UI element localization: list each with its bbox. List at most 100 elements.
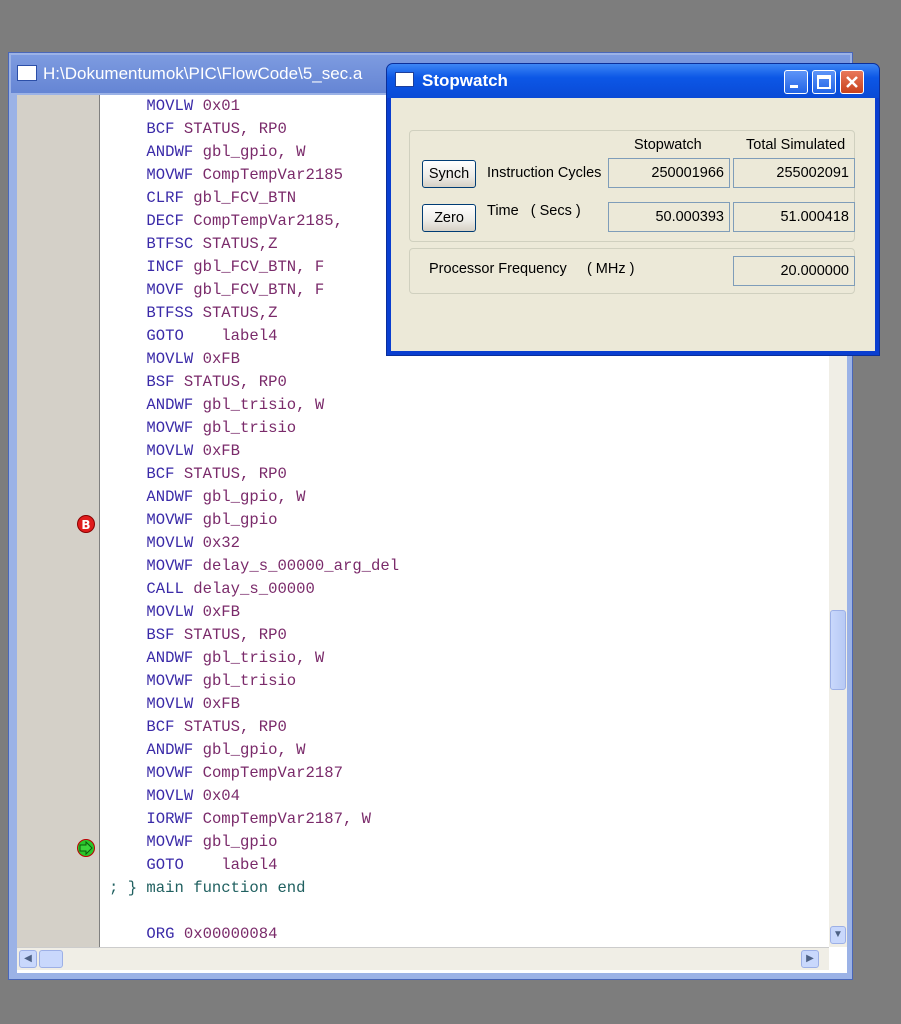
code-operands: delay_s_00000_arg_del bbox=[193, 557, 400, 575]
time-secs-label: Time ( Secs ) bbox=[487, 203, 581, 219]
code-operands: gbl_FCV_BTN, F bbox=[183, 281, 325, 299]
code-line[interactable]: MOVLW 0x04 bbox=[109, 785, 829, 808]
code-line[interactable]: IORWF CompTempVar2187, W bbox=[109, 808, 829, 831]
code-operands: gbl_gpio bbox=[193, 833, 278, 851]
code-line[interactable]: MOVLW 0xFB bbox=[109, 601, 829, 624]
code-line[interactable]: BCF STATUS, RP0 bbox=[109, 463, 829, 486]
minimize-icon[interactable] bbox=[784, 70, 808, 94]
code-operands: gbl_gpio bbox=[193, 511, 278, 529]
code-operands: STATUS, RP0 bbox=[174, 373, 287, 391]
current-line-arrow-icon bbox=[77, 839, 95, 857]
code-operands: gbl_gpio, W bbox=[193, 741, 306, 759]
breakpoint-icon[interactable]: B bbox=[77, 515, 95, 533]
code-operands: 0x32 bbox=[193, 534, 241, 552]
stopwatch-body: Stopwatch Total Simulated Synch Instruct… bbox=[391, 98, 875, 351]
code-line[interactable]: MOVWF gbl_gpio bbox=[109, 831, 829, 854]
time-total-field: 51.000418 bbox=[733, 202, 855, 232]
code-line[interactable]: ANDWF gbl_trisio, W bbox=[109, 394, 829, 417]
code-operands: gbl_FCV_BTN bbox=[183, 189, 297, 207]
processor-frequency-label: Processor Frequency ( MHz ) bbox=[429, 261, 635, 277]
zero-button[interactable]: Zero bbox=[422, 204, 476, 232]
code-mnemonic: INCF bbox=[109, 258, 184, 276]
instruction-cycles-stopwatch-field: 250001966 bbox=[608, 158, 730, 188]
code-line[interactable]: MOVLW 0x32 bbox=[109, 532, 829, 555]
code-mnemonic: MOVWF bbox=[109, 166, 194, 184]
code-operands: STATUS, RP0 bbox=[174, 626, 287, 644]
code-line[interactable]: MOVWF gbl_gpio bbox=[109, 509, 829, 532]
code-line[interactable]: ANDWF gbl_gpio, W bbox=[109, 486, 829, 509]
code-line[interactable] bbox=[109, 900, 829, 923]
code-mnemonic: DECF bbox=[109, 212, 184, 230]
code-mnemonic: ANDWF bbox=[109, 143, 194, 161]
stopwatch-dialog: Stopwatch Stopwatch Total Simulated Sync… bbox=[386, 63, 880, 356]
code-operands: 0xFB bbox=[193, 695, 241, 713]
code-operands: gbl_trisio bbox=[193, 419, 297, 437]
synch-button[interactable]: Synch bbox=[422, 160, 476, 188]
vertical-scroll-thumb[interactable] bbox=[830, 610, 846, 690]
code-mnemonic: MOVWF bbox=[109, 672, 194, 690]
code-operands: gbl_trisio, W bbox=[193, 396, 325, 414]
code-operands: gbl_trisio bbox=[193, 672, 297, 690]
horizontal-scroll-thumb[interactable] bbox=[39, 950, 63, 968]
code-line[interactable]: BSF STATUS, RP0 bbox=[109, 624, 829, 647]
frequency-group: Processor Frequency ( MHz ) 20.000000 bbox=[409, 248, 855, 294]
code-mnemonic: MOVLW bbox=[109, 787, 194, 805]
code-mnemonic: MOVWF bbox=[109, 833, 194, 851]
cycles-group: Stopwatch Total Simulated Synch Instruct… bbox=[409, 130, 855, 242]
code-operands: label4 bbox=[183, 856, 278, 874]
code-line[interactable]: ANDWF gbl_gpio, W bbox=[109, 739, 829, 762]
code-mnemonic: MOVLW bbox=[109, 695, 194, 713]
horizontal-scrollbar[interactable]: ◀ ▶ bbox=[17, 947, 829, 970]
code-mnemonic: MOVLW bbox=[109, 350, 194, 368]
code-operands: gbl_trisio, W bbox=[193, 649, 325, 667]
code-mnemonic: IORWF bbox=[109, 810, 194, 828]
code-line[interactable]: CALL delay_s_00000 bbox=[109, 578, 829, 601]
code-line[interactable]: MOVWF gbl_trisio bbox=[109, 670, 829, 693]
code-operands: 0x01 bbox=[193, 97, 241, 115]
code-line[interactable]: ANDWF gbl_trisio, W bbox=[109, 647, 829, 670]
code-line[interactable]: GOTO label4 bbox=[109, 854, 829, 877]
code-line[interactable]: MOVWF CompTempVar2187 bbox=[109, 762, 829, 785]
instruction-cycles-label: Instruction Cycles bbox=[487, 165, 602, 181]
code-mnemonic: ANDWF bbox=[109, 741, 194, 759]
code-mnemonic: MOVLW bbox=[109, 603, 194, 621]
column-header-total: Total Simulated bbox=[746, 137, 846, 153]
code-operands: CompTempVar2187 bbox=[193, 764, 343, 782]
code-line[interactable]: BSF STATUS, RP0 bbox=[109, 371, 829, 394]
close-icon[interactable] bbox=[840, 70, 864, 94]
code-line[interactable]: BCF STATUS, RP0 bbox=[109, 716, 829, 739]
code-line[interactable]: ORG 0x00000084 bbox=[109, 923, 829, 946]
code-mnemonic: MOVF bbox=[109, 281, 184, 299]
code-line[interactable]: MOVLW 0xFB bbox=[109, 440, 829, 463]
code-operands: STATUS,Z bbox=[193, 235, 278, 253]
code-mnemonic: MOVLW bbox=[109, 97, 194, 115]
scroll-right-icon[interactable]: ▶ bbox=[801, 950, 819, 968]
code-line[interactable]: ; } main function end bbox=[109, 877, 829, 900]
code-operands: label4 bbox=[183, 327, 278, 345]
code-operands: STATUS, RP0 bbox=[174, 465, 287, 483]
code-operands: CompTempVar2185 bbox=[193, 166, 343, 184]
code-operands: 0xFB bbox=[193, 603, 241, 621]
code-mnemonic: ORG bbox=[109, 925, 175, 943]
instruction-cycles-total-field: 255002091 bbox=[733, 158, 855, 188]
window-icon bbox=[17, 64, 37, 81]
scroll-down-icon[interactable]: ▼ bbox=[830, 926, 846, 944]
code-line[interactable]: MOVWF delay_s_00000_arg_del bbox=[109, 555, 829, 578]
code-operands: STATUS,Z bbox=[193, 304, 278, 322]
scroll-left-icon[interactable]: ◀ bbox=[19, 950, 37, 968]
stopwatch-titlebar[interactable]: Stopwatch bbox=[387, 64, 879, 98]
time-stopwatch-field: 50.000393 bbox=[608, 202, 730, 232]
maximize-icon[interactable] bbox=[812, 70, 836, 94]
code-mnemonic: BCF bbox=[109, 718, 175, 736]
source-window-title: H:\Dokumentumok\PIC\FlowCode\5_sec.a bbox=[43, 64, 363, 83]
code-operands: delay_s_00000 bbox=[183, 580, 315, 598]
code-mnemonic: BSF bbox=[109, 626, 175, 644]
code-mnemonic: MOVWF bbox=[109, 764, 194, 782]
breakpoint-gutter[interactable]: B bbox=[17, 95, 100, 947]
code-mnemonic: CALL bbox=[109, 580, 184, 598]
code-line[interactable]: MOVWF gbl_trisio bbox=[109, 417, 829, 440]
code-line[interactable]: MOVLW 0xFB bbox=[109, 693, 829, 716]
code-mnemonic: MOVLW bbox=[109, 442, 194, 460]
code-mnemonic: ANDWF bbox=[109, 649, 194, 667]
processor-frequency-field[interactable]: 20.000000 bbox=[733, 256, 855, 286]
